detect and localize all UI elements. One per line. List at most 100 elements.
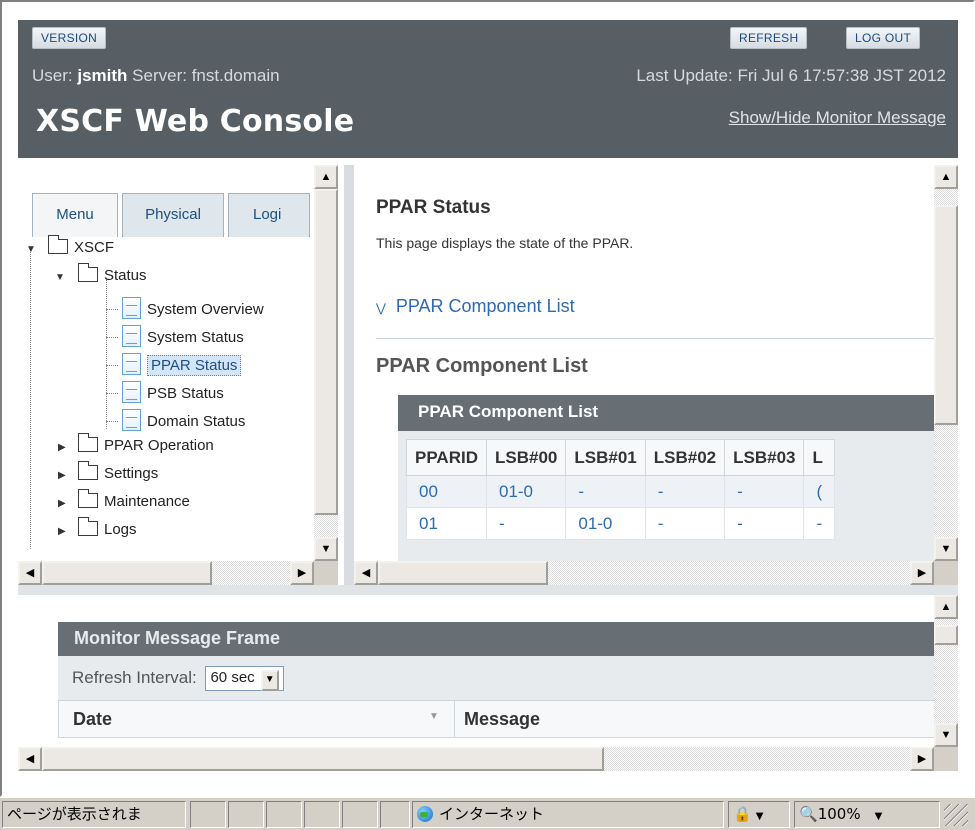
tree-item-psb-status[interactable]: PSB Status <box>122 381 224 407</box>
collapse-icon[interactable]: ▼ <box>26 244 36 255</box>
dropdown-arrow-icon: ▼ <box>874 811 883 822</box>
scrollbar-thumb[interactable] <box>42 747 604 771</box>
scroll-up-icon[interactable]: ▲ <box>934 165 958 189</box>
scroll-left-icon[interactable]: ◀ <box>354 561 378 585</box>
folder-icon <box>78 517 98 536</box>
section-title: PPAR Component List <box>376 355 588 377</box>
main-horizontal-scrollbar[interactable]: ◀ ▶ <box>354 561 934 585</box>
scroll-right-icon[interactable]: ▶ <box>910 747 934 771</box>
expand-icon[interactable]: ▶ <box>58 442 66 453</box>
column-header[interactable]: LSB#01 <box>565 439 646 476</box>
expand-icon[interactable]: ▶ <box>58 498 66 509</box>
scroll-right-icon[interactable]: ▶ <box>910 561 934 585</box>
column-header[interactable]: PPARID <box>406 439 487 476</box>
security-zone[interactable]: インターネット <box>412 801 724 828</box>
scroll-up-icon[interactable]: ▲ <box>314 165 338 189</box>
document-icon <box>122 353 141 375</box>
refresh-interval-value: 60 sec <box>210 669 255 686</box>
jump-link-label: PPAR Component List <box>395 296 575 316</box>
tree-node-xscf[interactable]: XSCF <box>48 235 115 265</box>
refresh-interval-select[interactable]: 60 sec ▼ <box>205 666 284 691</box>
zoom-control[interactable]: 🔍100% ▼ <box>794 801 940 828</box>
app-title: XSCF Web Console <box>36 104 355 139</box>
column-header[interactable]: L <box>803 439 836 476</box>
tree-item-domain-status[interactable]: Domain Status <box>122 409 245 435</box>
table-cell: 01-0 <box>565 507 646 540</box>
column-header-message[interactable]: Message <box>464 709 540 730</box>
tree-node-settings[interactable]: Settings <box>78 461 158 491</box>
sort-arrow-icon[interactable]: ▼ <box>429 711 439 722</box>
table-cell: 01-0 <box>485 475 567 508</box>
tree-node-ppar-operation[interactable]: PPAR Operation <box>78 433 214 463</box>
scroll-left-icon[interactable]: ◀ <box>18 561 42 585</box>
scroll-down-icon[interactable]: ▼ <box>934 537 958 561</box>
navigation-pane: Menu Physical Logi ▼ XSCF ▼ Status Syste… <box>18 165 344 585</box>
folder-icon <box>78 489 98 508</box>
scroll-down-icon[interactable]: ▼ <box>934 723 958 747</box>
tree-connector <box>106 309 118 310</box>
scroll-left-icon[interactable]: ◀ <box>18 747 42 771</box>
folder-icon <box>78 461 98 480</box>
jump-link-component-list[interactable]: ⋁ PPAR Component List <box>376 296 575 317</box>
tree-node-status[interactable]: Status <box>78 263 147 293</box>
scrollbar-thumb[interactable] <box>934 205 958 425</box>
tree-item-ppar-status[interactable]: PPAR Status <box>122 353 242 379</box>
tab-logical[interactable]: Logi <box>228 193 310 237</box>
tree-item-label: System Overview <box>147 301 264 318</box>
tree-item-system-overview[interactable]: System Overview <box>122 297 264 323</box>
column-header[interactable]: LSB#03 <box>724 439 805 476</box>
tree-node-maintenance[interactable]: Maintenance <box>78 489 190 519</box>
pane-splitter-horizontal[interactable] <box>18 585 958 595</box>
scroll-up-icon[interactable]: ▲ <box>934 595 958 619</box>
scroll-right-icon[interactable]: ▶ <box>290 561 314 585</box>
column-header[interactable]: LSB#00 <box>485 439 567 476</box>
zone-label: インターネット <box>439 805 545 823</box>
table-row[interactable]: 00 01-0 - - - ( <box>406 475 836 508</box>
expand-icon[interactable]: ▶ <box>58 470 66 481</box>
tree-node-logs[interactable]: Logs <box>78 517 137 547</box>
table-cell: 00 <box>406 475 487 508</box>
tree-connector <box>106 393 118 394</box>
expand-icon[interactable]: ▶ <box>58 526 66 537</box>
refresh-button[interactable]: REFRESH <box>730 27 808 49</box>
table-header-row: PPARID LSB#00 LSB#01 LSB#02 LSB#03 L <box>406 439 836 476</box>
show-hide-monitor-link[interactable]: Show/Hide Monitor Message <box>729 108 946 128</box>
collapse-icon[interactable]: ▼ <box>55 272 65 283</box>
nav-vertical-scrollbar[interactable]: ▲ ▼ <box>314 165 338 561</box>
dropdown-arrow-icon[interactable]: ▼ <box>260 670 279 691</box>
scrollbar-thumb[interactable] <box>378 561 548 585</box>
monitor-vertical-scrollbar[interactable]: ▲ ▼ <box>934 595 958 747</box>
tree-node-label: XSCF <box>74 239 115 256</box>
tree-connector <box>30 249 31 549</box>
monitor-horizontal-scrollbar[interactable]: ◀ ▶ <box>18 747 934 771</box>
column-header-date[interactable]: Date <box>73 709 112 730</box>
scrollbar-thumb[interactable] <box>42 561 212 585</box>
tab-menu[interactable]: Menu <box>32 193 118 237</box>
tree-item-label: System Status <box>147 329 244 346</box>
logout-button[interactable]: LOG OUT <box>846 27 921 49</box>
pane-splitter-vertical[interactable] <box>344 165 354 585</box>
scroll-down-icon[interactable]: ▼ <box>314 537 338 561</box>
monitor-toolbar: Refresh Interval: 60 sec ▼ <box>58 656 938 700</box>
tree-item-label: PSB Status <box>147 385 224 402</box>
protected-mode-button[interactable]: 🔒 ▼ <box>728 801 790 828</box>
column-header[interactable]: LSB#02 <box>644 439 726 476</box>
column-separator <box>454 701 455 737</box>
document-icon <box>122 325 141 347</box>
status-segment <box>228 801 264 828</box>
scrollbar-thumb[interactable] <box>314 189 338 515</box>
nav-horizontal-scrollbar[interactable]: ◀ ▶ <box>18 561 314 585</box>
status-segment <box>380 801 410 828</box>
resize-grip-icon[interactable] <box>944 804 968 826</box>
version-button[interactable]: VERSION <box>32 27 107 49</box>
tree-connector <box>106 337 118 338</box>
status-segment <box>266 801 302 828</box>
tab-physical[interactable]: Physical <box>122 193 224 237</box>
table-cell: - <box>565 475 646 508</box>
table-row[interactable]: 01 - 01-0 - - - <box>406 507 836 540</box>
table-body-wrapper: PPARID LSB#00 LSB#01 LSB#02 LSB#03 L 00 … <box>398 431 938 561</box>
scrollbar-thumb[interactable] <box>934 625 958 645</box>
tree-item-system-status[interactable]: System Status <box>122 325 244 351</box>
page-description: This page displays the state of the PPAR… <box>376 235 634 251</box>
main-vertical-scrollbar[interactable]: ▲ ▼ <box>934 165 958 561</box>
